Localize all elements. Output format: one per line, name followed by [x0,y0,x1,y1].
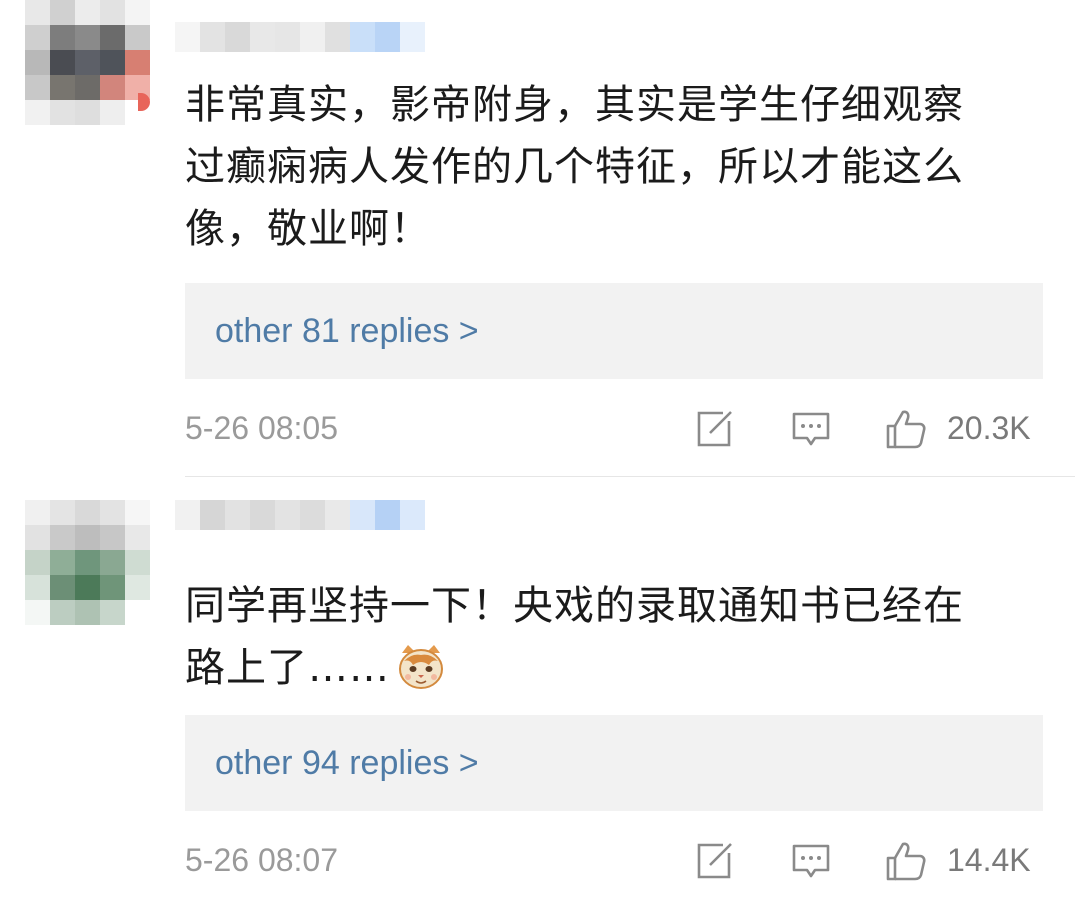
comment-text-line: 非常真实，影帝附身，其实是学生仔细观察 [185,82,964,128]
comment-bubble-icon[interactable] [790,840,832,882]
avatar-pixel [125,0,150,25]
avatar-pixel [100,50,125,75]
comment-text: 同学再坚持一下！央戏的录取通知书已经在 路上了…… [185,575,1045,699]
username-pixel [375,500,400,530]
username-pixel [250,22,275,52]
username-pixel [225,500,250,530]
avatar-pixel [75,0,100,25]
avatar-pixel [125,575,150,600]
like-count: 14.4K [947,842,1031,878]
avatar-pixel [100,500,125,525]
avatar-pixel [25,525,50,550]
divider [185,476,1075,477]
comment-item: 非常真实，影帝附身，其实是学生仔细观察 过癫痫病人发作的几个特征，所以才能这么 … [0,0,1075,478]
avatar-pixel [125,525,150,550]
comment-meta: 5-26 08:05 20.3K [185,403,1045,453]
avatar-pixel [25,75,50,100]
avatar-pixel [75,75,100,100]
like-count: 20.3K [947,410,1031,446]
username-pixel [400,22,425,52]
avatar-pixel [50,550,75,575]
avatar-pixel [75,550,100,575]
avatar-pixel [100,600,125,625]
more-replies-label: other 94 replies > [215,744,479,782]
username-pixel [400,500,425,530]
avatar-pixel [125,50,150,75]
avatar-pixel [25,500,50,525]
username-pixel [175,500,200,530]
avatar-pixel [125,600,150,625]
avatar-pixel [50,25,75,50]
avatar-pixel [50,525,75,550]
avatar-pixel [50,75,75,100]
avatar-pixel [100,525,125,550]
avatar[interactable] [25,500,150,625]
comment-text-line: 像，敬业啊！ [185,206,431,252]
avatar-pixel [25,550,50,575]
avatar-pixel [50,50,75,75]
comment-meta: 5-26 08:07 14.4K [185,835,1045,885]
avatar-pixel [75,525,100,550]
avatar-pixel [50,100,75,125]
avatar-pixel [75,50,100,75]
username-pixel [325,500,350,530]
username-pixel [375,22,400,52]
username[interactable] [175,500,425,530]
cat-face-emoji-icon [399,645,443,689]
avatar-pixel [25,100,50,125]
avatar-pixel [25,50,50,75]
avatar-pixel [100,550,125,575]
avatar-pixel [75,25,100,50]
avatar-pixel [100,75,125,100]
more-replies-button[interactable]: other 94 replies > [185,715,1043,811]
comment-text: 非常真实，影帝附身，其实是学生仔细观察 过癫痫病人发作的几个特征，所以才能这么 … [185,74,1045,260]
avatar-pixel [100,25,125,50]
avatar-pixel [25,600,50,625]
avatar-pixel [125,25,150,50]
edit-share-icon[interactable] [693,408,735,450]
comment-text-line: 过癫痫病人发作的几个特征，所以才能这么 [185,144,964,190]
avatar-pixel [25,575,50,600]
more-replies-label: other 81 replies > [215,312,479,350]
comment-bubble-icon[interactable] [790,408,832,450]
avatar-pixel [75,100,100,125]
avatar-pixel [75,575,100,600]
avatar-pixel [25,25,50,50]
username-pixel [200,500,225,530]
avatar-pixel [125,500,150,525]
avatar-pixel [25,0,50,25]
username[interactable] [175,22,425,52]
username-pixel [200,22,225,52]
thumbs-up-icon[interactable] [885,840,927,882]
avatar-pixel [100,100,125,125]
avatar-pixel [100,575,125,600]
avatar-pixel [50,600,75,625]
username-pixel [300,22,325,52]
avatar-pixel [125,550,150,575]
thumbs-up-icon[interactable] [885,408,927,450]
username-pixel [300,500,325,530]
comment-text-line: 同学再坚持一下！央戏的录取通知书已经在 [185,583,964,629]
username-pixel [250,500,275,530]
avatar-pixel [50,0,75,25]
username-pixel [325,22,350,52]
avatar-pixel [100,0,125,25]
avatar-pixel [75,500,100,525]
username-pixel [350,22,375,52]
username-pixel [225,22,250,52]
edit-share-icon[interactable] [693,840,735,882]
username-pixel [275,22,300,52]
username-pixel [275,500,300,530]
avatar[interactable] [25,0,150,125]
timestamp: 5-26 08:05 [185,410,339,446]
avatar-pixel [75,600,100,625]
more-replies-button[interactable]: other 81 replies > [185,283,1043,379]
username-pixel [175,22,200,52]
timestamp: 5-26 08:07 [185,842,339,878]
avatar-pixel [50,500,75,525]
comment-text-line: 路上了…… [185,637,1045,699]
username-pixel [350,500,375,530]
avatar-pixel [50,575,75,600]
comment-item: 同学再坚持一下！央戏的录取通知书已经在 路上了…… other 94 repli… [0,478,1075,910]
